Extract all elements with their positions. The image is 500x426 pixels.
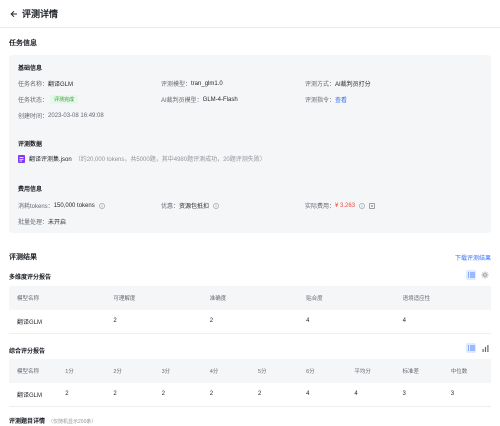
table-cell: 3 <box>442 383 491 407</box>
table-header-row: 模型名称 可理解度 准确度 贴合度 语境适应性 <box>9 286 491 310</box>
task-name-field: 任务名称： 翻译GLM <box>18 79 73 88</box>
col-header: 平均分 <box>346 359 395 383</box>
back-arrow-icon[interactable] <box>9 9 18 18</box>
multi-dimension-table: 模型名称 可理解度 准确度 贴合度 语境适应性 翻译GLM 2 2 4 4 <box>9 286 491 334</box>
eval-model-value: tran_glm1.0 <box>191 80 223 87</box>
col-header: 6分 <box>298 359 347 383</box>
created-time-label: 创建时间： <box>18 114 49 120</box>
tokens-label: 消耗tokens： <box>18 204 54 210</box>
table-cell: 2 <box>201 383 250 407</box>
dataset-title: 评测数据 <box>18 142 43 148</box>
col-header: 3分 <box>153 359 202 383</box>
question-details-note: （仅随机显示200条） <box>48 419 97 425</box>
download-results-link[interactable]: 下载评测结果 <box>455 253 491 262</box>
table-cell: 2 <box>201 310 299 334</box>
actual-cost-value: ¥ 3.263 <box>335 202 356 209</box>
table-cell: 4 <box>298 310 395 334</box>
table-cell: 4 <box>346 383 395 407</box>
task-status-field: 任务状态： 评测完成 <box>18 95 79 104</box>
multi-report-title: 多维度评分报告 <box>9 275 52 281</box>
judge-model-label: AI裁判员模型： <box>161 98 203 104</box>
eval-method-label: 评测方式： <box>305 82 336 88</box>
table-header-row: 模型名称 1分 2分 3分 4分 5分 6分 平均分 标准差 中位数 <box>9 359 491 383</box>
table-row: 翻译GLM 2 2 2 2 2 4 4 3 3 <box>9 383 491 407</box>
batch-field: 批量处理： 未开启 <box>18 217 66 226</box>
col-header: 标准差 <box>394 359 443 383</box>
col-header: 5分 <box>249 359 299 383</box>
col-header: 中位数 <box>442 359 491 383</box>
col-header: 1分 <box>57 359 106 383</box>
judge-model-field: AI裁判员模型： GLM-4-Flash <box>161 95 238 105</box>
col-header: 贴合度 <box>298 286 395 310</box>
tokens-value: 150,000 tokens <box>53 202 95 209</box>
actual-cost-label: 实际费用： <box>305 204 336 210</box>
eval-prompt-label: 评测指令： <box>305 98 336 104</box>
task-info-title: 任务信息 <box>9 40 37 47</box>
page-title: 评测详情 <box>22 9 59 19</box>
table-cell: 2 <box>105 310 202 334</box>
task-name-label: 任务名称： <box>18 82 49 88</box>
col-header: 4分 <box>201 359 250 383</box>
table-cell: 4 <box>298 383 347 407</box>
table-cell: 2 <box>105 383 154 407</box>
actual-cost-field: 实际费用： ¥ 3.263 <box>305 201 375 210</box>
eval-prompt-field: 评测指令： 查看 <box>305 95 347 104</box>
col-header: 可理解度 <box>105 286 202 310</box>
cost-info-title: 费用信息 <box>18 187 43 193</box>
col-header: 模型名称 <box>9 359 58 383</box>
table-cell: 3 <box>394 383 443 407</box>
basic-info-title: 基础信息 <box>18 66 43 72</box>
results-title: 评测结果 <box>9 254 37 261</box>
col-header: 语境适应性 <box>394 286 491 310</box>
file-icon <box>18 154 25 163</box>
info-icon[interactable] <box>98 202 105 209</box>
dataset-file-row: 翻译评测集.json （约20,000 tokens，共5000题，其中4980… <box>18 154 266 163</box>
eval-model-label: 评测模型： <box>161 82 192 88</box>
table-view-icon[interactable] <box>466 270 476 280</box>
bar-chart-icon[interactable] <box>480 343 490 353</box>
settings-gear-icon[interactable] <box>480 270 490 280</box>
created-time-value: 2023-03-08 16:49:08 <box>48 112 104 119</box>
judge-model-value: GLM-4-Flash <box>202 96 238 103</box>
overall-score-table: 模型名称 1分 2分 3分 4分 5分 6分 平均分 标准差 中位数 翻译GLM… <box>9 359 491 407</box>
discount-field: 优惠： 资源包抵扣 <box>161 201 219 210</box>
question-details-label: 评测题目详情 <box>9 419 46 425</box>
discount-label: 优惠： <box>161 204 180 210</box>
info-icon[interactable] <box>359 202 365 209</box>
batch-value: 未开启 <box>48 220 67 226</box>
question-details-title: 评测题目详情 （仅随机显示200条） <box>9 416 96 425</box>
status-badge: 评测完成 <box>50 95 79 104</box>
col-header: 准确度 <box>201 286 299 310</box>
batch-label: 批量处理： <box>18 220 49 226</box>
page-header: 评测详情 <box>0 0 500 28</box>
table-view-icon[interactable] <box>466 343 476 353</box>
col-header: 模型名称 <box>9 286 106 310</box>
bill-detail-icon[interactable] <box>369 202 375 209</box>
dataset-file-link[interactable]: 翻译评测集.json <box>29 154 72 163</box>
task-info-panel: 基础信息 任务名称： 翻译GLM 评测模型： tran_glm1.0 评测方式：… <box>9 55 491 233</box>
task-name-value: 翻译GLM <box>48 82 74 88</box>
info-icon[interactable] <box>213 202 219 209</box>
eval-method-field: 评测方式： AI裁判员打分 <box>305 79 371 88</box>
eval-model-field: 评测模型： tran_glm1.0 <box>161 79 223 89</box>
dataset-file-meta: （约20,000 tokens，共5000题，其中4980题评测成功，20题评测… <box>74 157 266 163</box>
tokens-field: 消耗tokens： 150,000 tokens <box>18 201 105 210</box>
table-cell: 翻译GLM <box>9 310 106 334</box>
col-header: 2分 <box>105 359 154 383</box>
table-cell: 4 <box>394 310 491 334</box>
table-row: 翻译GLM 2 2 4 4 <box>9 310 491 334</box>
overall-report-title: 综合评分报告 <box>9 349 46 355</box>
eval-method-value: AI裁判员打分 <box>335 82 371 88</box>
table-cell: 2 <box>249 383 299 407</box>
table-cell: 2 <box>57 383 106 407</box>
table-cell: 2 <box>153 383 202 407</box>
view-prompt-link[interactable]: 查看 <box>335 95 347 104</box>
table-cell: 翻译GLM <box>9 383 58 407</box>
created-time-field: 创建时间： 2023-03-08 16:49:08 <box>18 111 104 121</box>
task-status-label: 任务状态： <box>18 98 49 104</box>
discount-value: 资源包抵扣 <box>179 204 210 210</box>
